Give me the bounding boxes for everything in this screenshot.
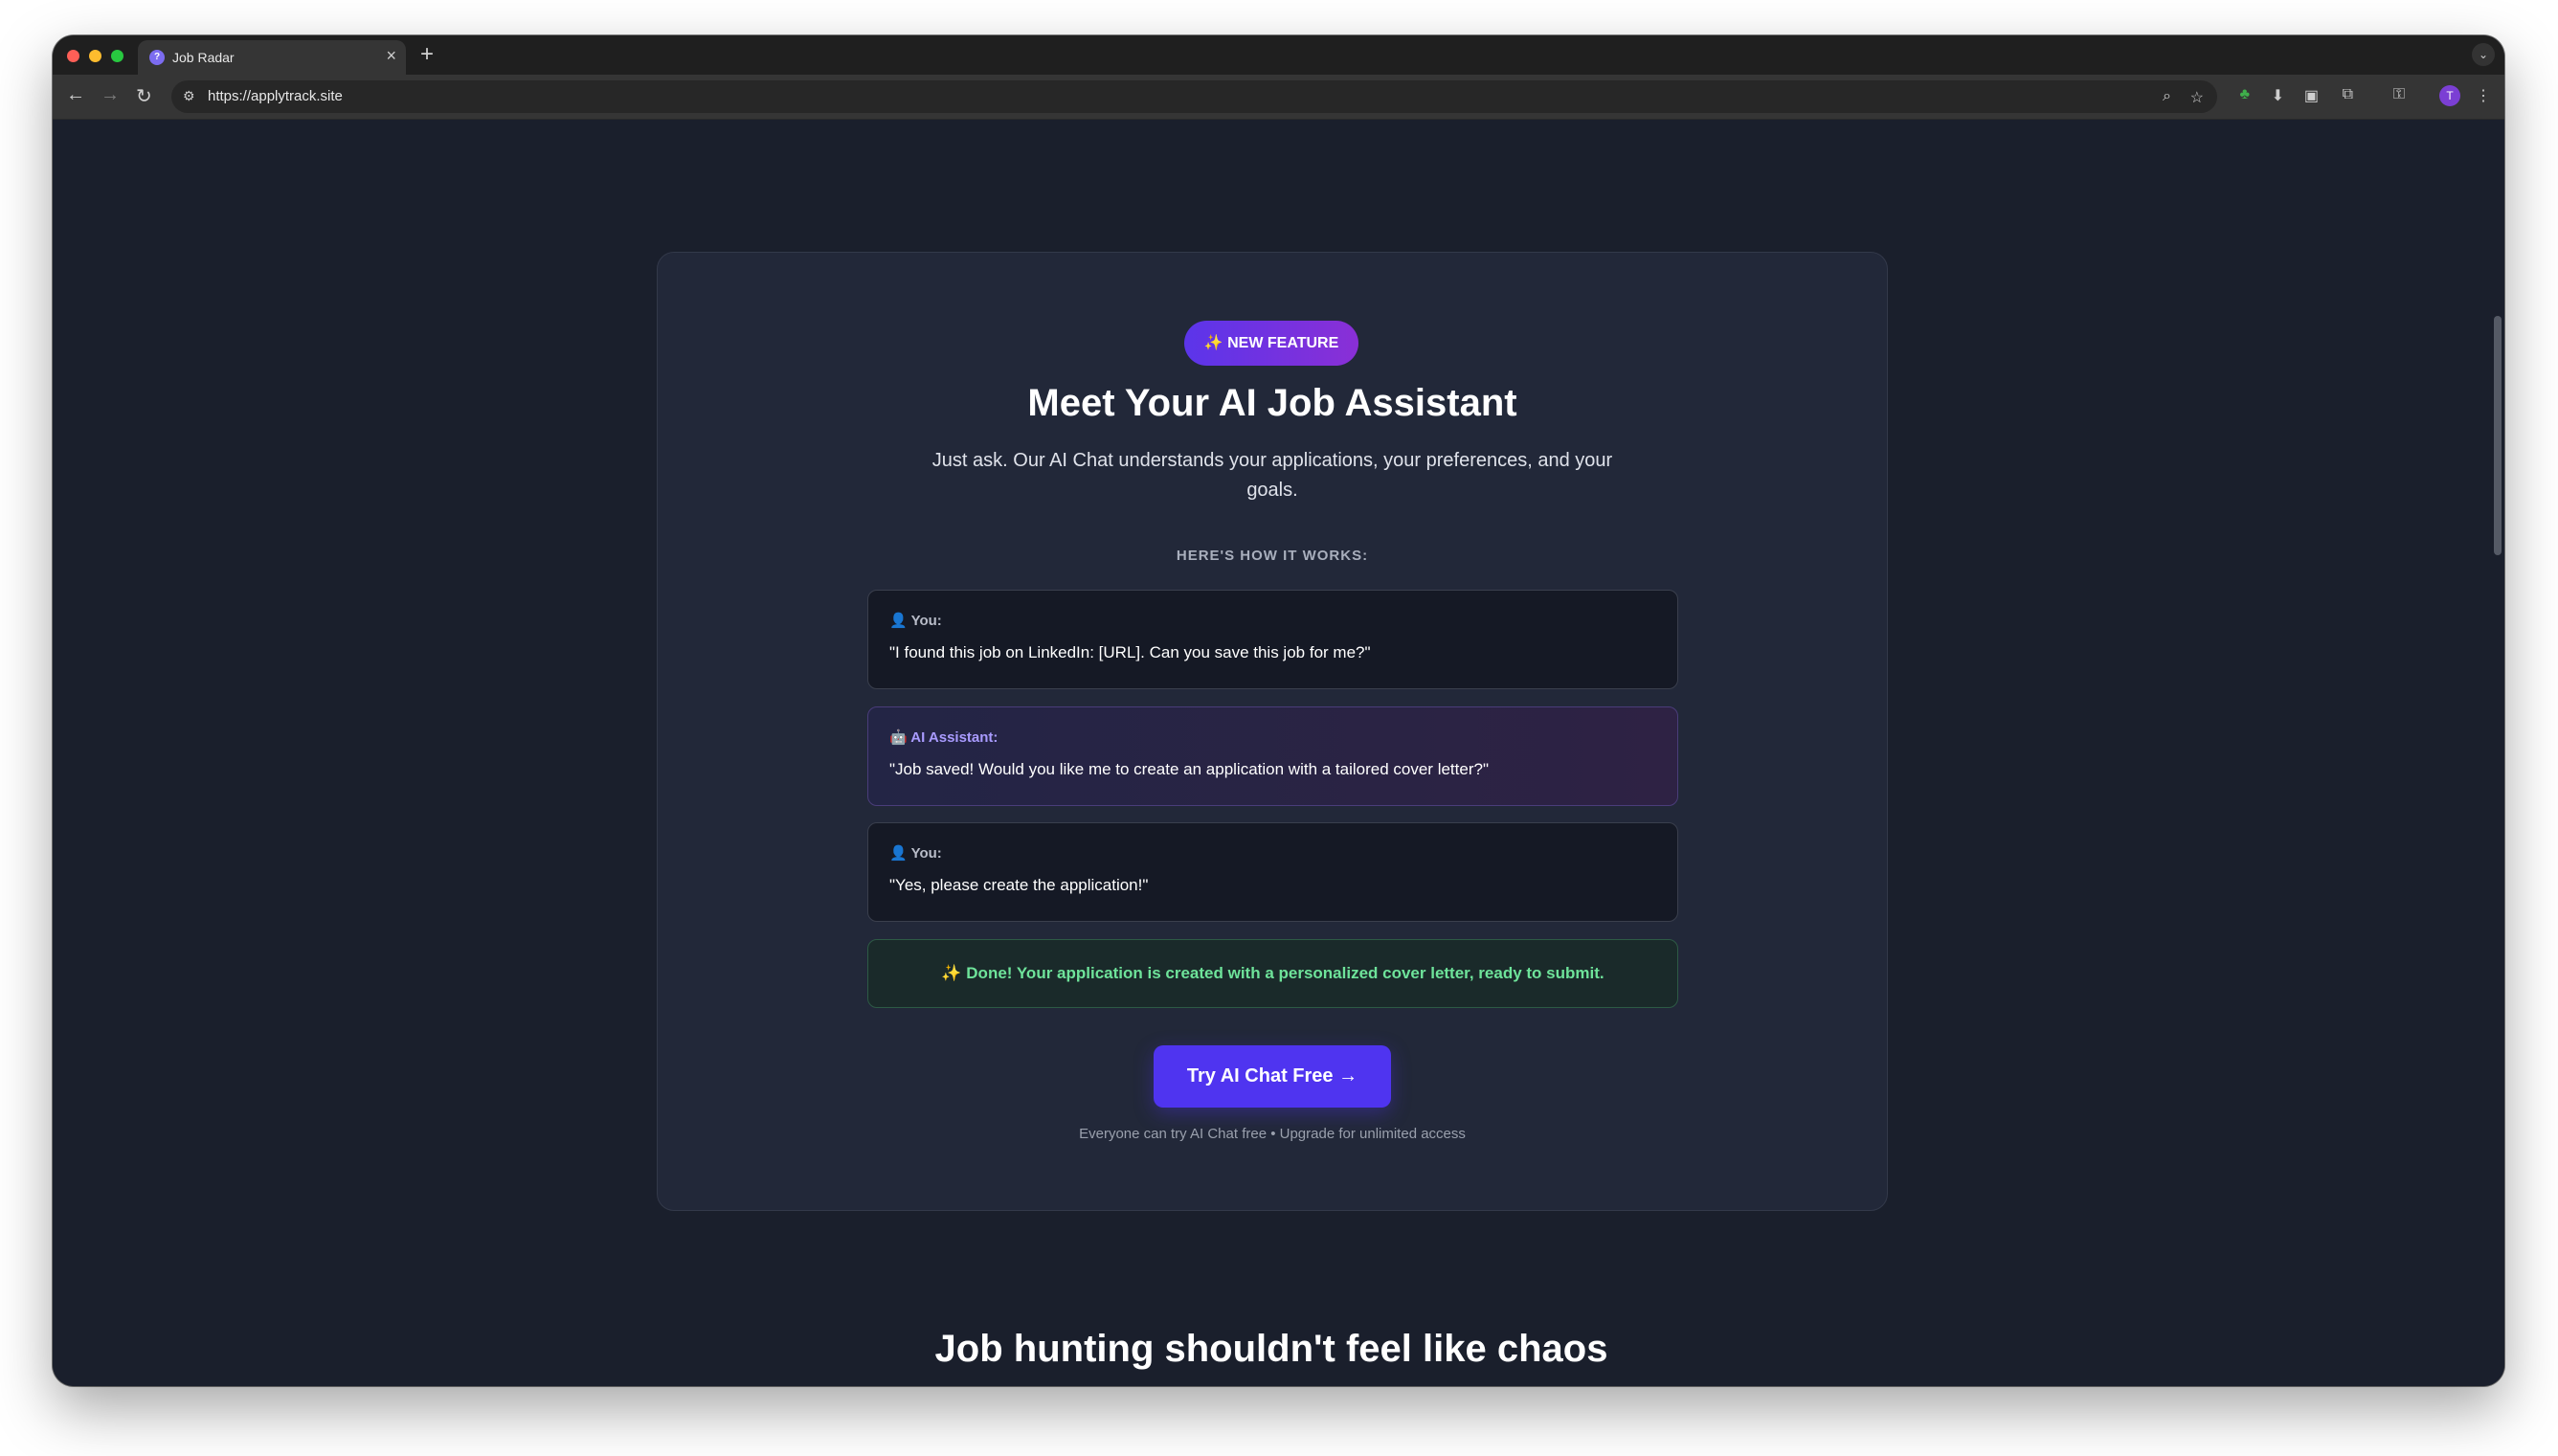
page-viewport: ✨ NEW FEATURE Meet Your AI Job Assistant… [53, 120, 2504, 1386]
page-scrollbar[interactable] [2491, 120, 2504, 1386]
feature-subtitle: Just ask. Our AI Chat understands your a… [931, 450, 1613, 501]
site-settings-icon[interactable]: ⚙ [183, 88, 195, 104]
chat-message-user: 👤 You: "I found this job on LinkedIn: [U… [867, 590, 1678, 689]
how-it-works-label: HERE'S HOW IT WORKS: [1176, 548, 1369, 564]
forward-icon[interactable]: → [101, 84, 120, 106]
browser-window: ? Job Radar × + ⌄ ← → ↻ ⚙ https://applyt… [53, 35, 2504, 1386]
scrollbar-thumb[interactable] [2494, 316, 2502, 555]
message-sender-label: 👤 You: [889, 613, 942, 629]
browser-toolbar: ← → ↻ ⚙ https://applytrack.site ⌕ ☆ ♣ ⬇ … [53, 75, 2504, 120]
extension-box-icon[interactable]: ▣ [2304, 86, 2319, 105]
message-sender-label: 👤 You: [889, 845, 942, 862]
extensions-puzzle-icon[interactable]: ⧉ [2343, 86, 2353, 103]
browser-tab[interactable]: ? Job Radar × [138, 40, 406, 75]
message-text: "I found this job on LinkedIn: [URL]. Ca… [889, 643, 1371, 661]
close-tab-icon[interactable]: × [386, 46, 396, 66]
minimize-window-button[interactable] [89, 50, 101, 62]
section-heading: Job hunting shouldn't feel like chaos [934, 1328, 1608, 1370]
chat-message-user: 👤 You: "Yes, please create the applicati… [867, 822, 1678, 922]
ai-assistant-feature-card: ✨ NEW FEATURE Meet Your AI Job Assistant… [657, 252, 1888, 1211]
message-text: "Yes, please create the application!" [889, 876, 1149, 894]
chat-message-assistant: 🤖 AI Assistant: "Job saved! Would you li… [867, 706, 1678, 806]
feature-title: Meet Your AI Job Assistant [1027, 382, 1517, 424]
tab-strip: ? Job Radar × + ⌄ [53, 35, 2504, 75]
message-sender-label: 🤖 AI Assistant: [889, 729, 999, 746]
try-ai-chat-button[interactable]: Try AI Chat Free → [1154, 1045, 1391, 1108]
tab-title: Job Radar [172, 50, 235, 65]
tab-favicon-icon: ? [149, 50, 165, 65]
bookmark-star-icon[interactable]: ☆ [2190, 88, 2204, 107]
new-feature-badge: ✨ NEW FEATURE [1184, 321, 1358, 366]
address-bar[interactable]: ⚙ https://applytrack.site ⌕ ☆ [171, 80, 2217, 113]
new-tab-button[interactable]: + [420, 41, 434, 68]
cta-footnote: Everyone can try AI Chat free • Upgrade … [1079, 1126, 1466, 1142]
extension-leaf-icon[interactable]: ♣ [2240, 86, 2251, 103]
message-text: "Job saved! Would you like me to create … [889, 760, 1489, 778]
back-icon[interactable]: ← [66, 84, 85, 106]
password-key-icon[interactable]: ⚿ [2393, 86, 2405, 103]
download-icon[interactable]: ⬇ [2272, 86, 2284, 105]
reload-icon[interactable]: ↻ [136, 84, 152, 108]
maximize-window-button[interactable] [111, 50, 123, 62]
url-text[interactable]: https://applytrack.site [208, 88, 343, 104]
close-window-button[interactable] [67, 50, 79, 62]
tab-search-button[interactable]: ⌄ [2472, 43, 2495, 66]
zoom-icon[interactable]: ⌕ [2163, 88, 2171, 105]
browser-menu-icon[interactable]: ⋮ [2476, 86, 2491, 105]
profile-avatar[interactable]: T [2439, 85, 2460, 106]
success-message: ✨ Done! Your application is created with… [867, 939, 1678, 1008]
